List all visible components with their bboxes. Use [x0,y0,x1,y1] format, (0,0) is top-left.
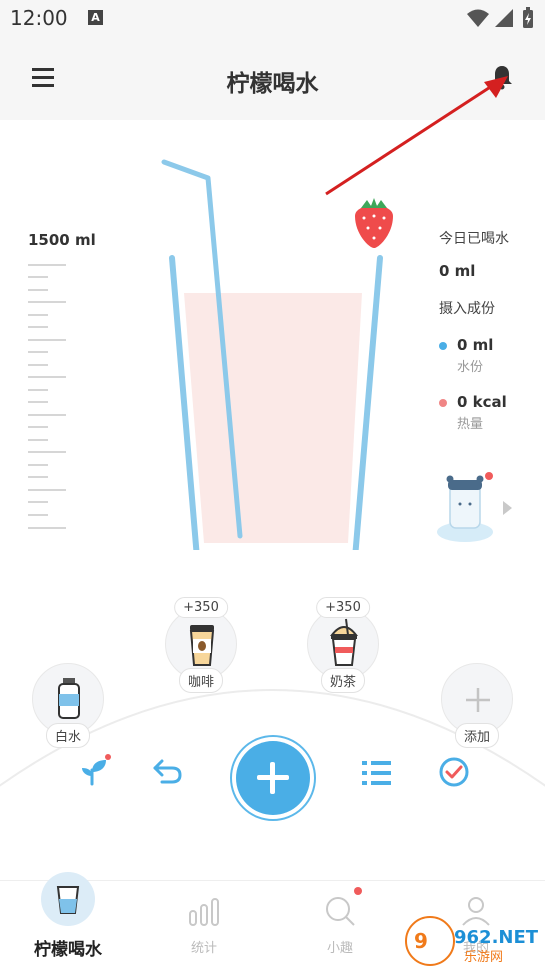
drink-add-label: 添加 [454,723,500,748]
calorie-stat: 0 kcal 热量 [439,393,509,432]
calorie-value: 0 kcal [457,393,507,411]
water-label: 水份 [457,360,484,375]
battery-icon [523,7,533,28]
water-dot [439,342,447,350]
today-amount: 0 ml [439,262,476,280]
drink-coffee-amount: +350 [174,597,228,618]
tab-discover[interactable]: 小趣 [272,881,408,970]
drink-coffee-label: 咖啡 [178,668,224,693]
sprout-icon[interactable] [78,754,112,788]
signal-icon [495,9,513,27]
status-bar: 12:00 A [0,0,545,38]
notification-icon: A [88,10,103,25]
drink-add-circle[interactable]: 添加 [441,663,513,748]
volume-ruler [28,264,66,529]
water-glass [161,159,393,550]
status-time: 12:00 [10,6,68,30]
discover-badge [354,887,362,895]
svg-text:962.NET: 962.NET [454,927,539,948]
drink-milk-tea-label: 奶茶 [320,668,366,693]
drink-milk-tea[interactable]: +350 奶茶 [307,597,379,693]
next-arrow-icon[interactable] [503,501,512,515]
drink-water[interactable]: 白水 [32,663,104,748]
main-area: 1500 ml 今日已喝水 0 ml 摄入成份 0 ml 水份 0 kcal 热… [0,76,545,880]
discover-icon [326,897,355,926]
list-icon[interactable] [362,760,392,786]
water-stat: 0 ml 水份 [439,336,509,375]
tab-statistics[interactable]: 统计 [136,881,272,970]
watermark-logo: 9 962.NET 乐游网 [404,915,544,970]
today-stats: 今日已喝水 0 ml 摄入成份 0 ml 水份 0 kcal 热量 [439,228,509,432]
tab-statistics-label: 统计 [190,941,217,956]
add-drink-button[interactable] [230,735,316,821]
svg-text:9: 9 [414,929,428,953]
bar-chart-icon [189,898,219,926]
tab-home[interactable]: 柠檬喝水 [0,872,136,970]
drink-water-label: 白水 [45,723,91,748]
undo-icon[interactable] [152,757,184,785]
mascot-cup-icon[interactable] [436,470,500,546]
drink-milk-tea-amount: +350 [316,597,370,618]
drink-coffee[interactable]: +350 咖啡 [165,597,237,693]
water-value: 0 ml [457,336,494,354]
drink-add[interactable]: 添加 [441,663,513,748]
capacity-label: 1500 ml [28,231,96,249]
tab-home-label: 柠檬喝水 [34,940,102,960]
wifi-icon [467,9,489,27]
tab-discover-label: 小趣 [326,941,353,956]
cup-icon [41,872,95,926]
check-icon[interactable] [438,756,470,788]
drink-milk-tea-circle[interactable]: +350 奶茶 [307,597,379,693]
annotation-arrow [325,76,508,196]
drink-coffee-circle[interactable]: +350 咖啡 [165,597,237,693]
svg-text:乐游网: 乐游网 [464,950,503,965]
calorie-dot [439,399,447,407]
add-drink-icon [236,741,310,815]
today-title: 今日已喝水 [439,231,509,247]
intake-title: 摄入成份 [439,301,495,317]
calorie-label: 热量 [457,417,484,432]
drink-water-circle[interactable]: 白水 [32,663,104,748]
